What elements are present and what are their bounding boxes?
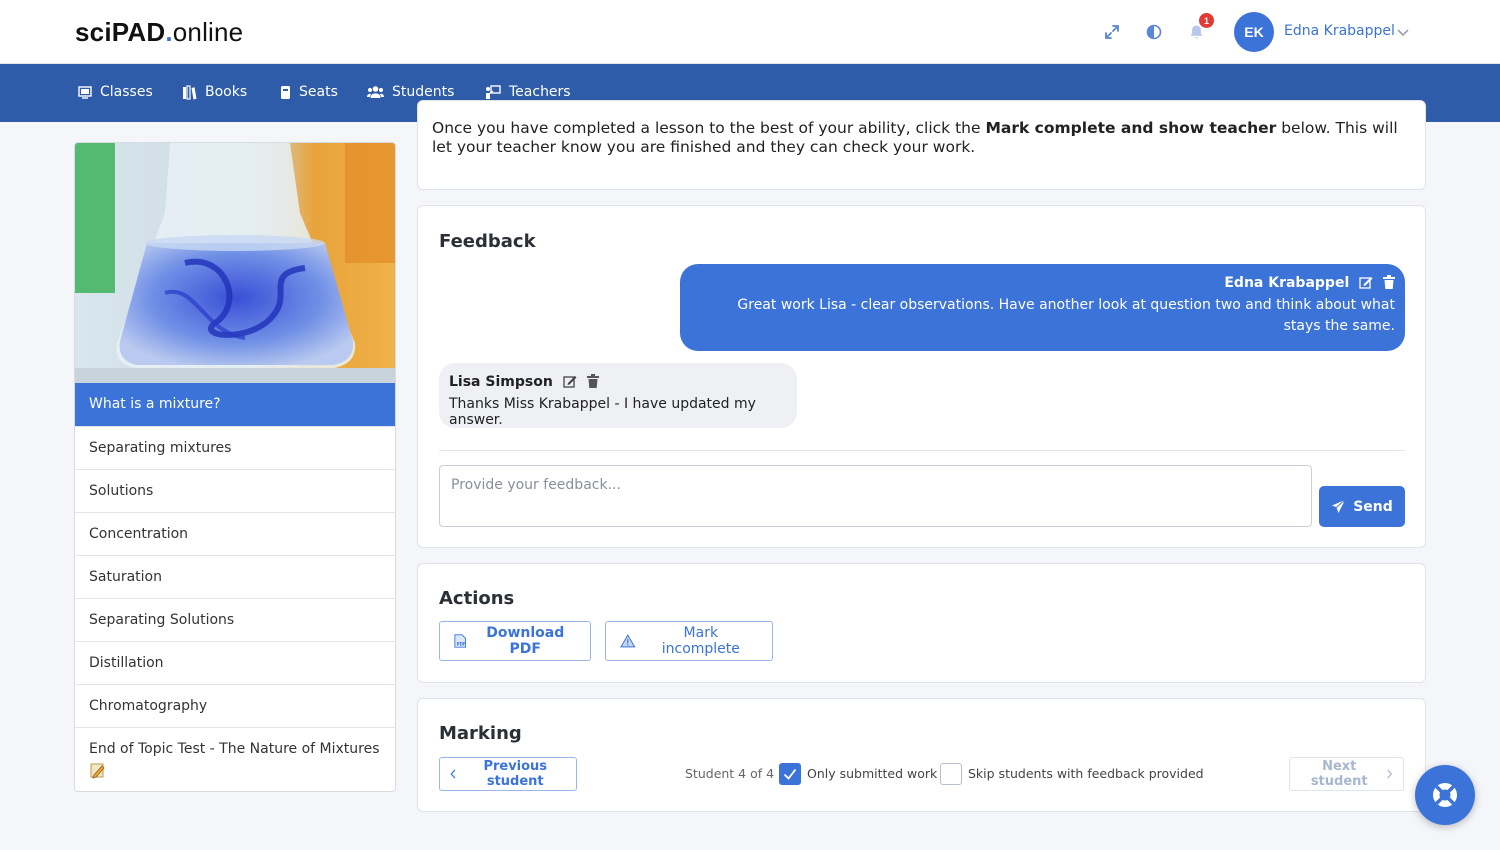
chevron-down-icon[interactable] (1396, 24, 1410, 43)
sidebar-item-label: End of Topic Test - The Nature of Mixtur… (89, 741, 380, 757)
teacher-message-bubble: Edna Krabappel Great work Lisa - clear o… (680, 264, 1405, 351)
actions-card: Actions PDF Download PDF Mark incomplete (417, 563, 1426, 683)
nav-item-seats[interactable]: Seats (280, 84, 338, 100)
lesson-sidebar: What is a mixture? Separating mixtures S… (74, 142, 396, 792)
feedback-input[interactable] (439, 465, 1312, 527)
sidebar-item-what-is-a-mixture[interactable]: What is a mixture? (75, 383, 395, 426)
edit-icon[interactable] (563, 374, 577, 392)
next-student-label: Next student (1310, 759, 1368, 789)
edit-icon[interactable] (1359, 275, 1373, 293)
previous-student-button[interactable]: Previous student (439, 757, 577, 791)
paper-plane-icon (1332, 499, 1346, 513)
help-lifebuoy-button[interactable] (1415, 765, 1475, 825)
svg-text:PDF: PDF (457, 641, 466, 646)
sidebar-item-saturation[interactable]: Saturation (75, 555, 395, 598)
fullscreen-icon[interactable] (1101, 21, 1123, 43)
marking-title: Marking (439, 723, 522, 744)
nav-item-classes[interactable]: Classes (78, 84, 153, 100)
notification-count-badge: 1 (1199, 13, 1214, 28)
message-text: Great work Lisa - clear observations. Ha… (737, 297, 1395, 334)
nav-label: Students (392, 84, 455, 100)
students-icon (367, 86, 384, 98)
nav-label: Books (205, 84, 248, 100)
chevron-right-icon (1387, 769, 1393, 779)
only-submitted-checkbox[interactable] (779, 763, 801, 785)
message-author: Edna Krabappel (1224, 275, 1350, 291)
sidebar-item-separating-solutions[interactable]: Separating Solutions (75, 598, 395, 641)
student-message-bubble: Lisa Simpson Thanks Miss Krabappel - I h… (439, 363, 797, 428)
top-header: sciPAD.online 1 EK Edna Krabappel (0, 0, 1500, 64)
nav-item-students[interactable]: Students (367, 84, 454, 100)
lesson-hero-image (75, 143, 395, 383)
sidebar-item-concentration[interactable]: Concentration (75, 512, 395, 555)
pdf-file-icon: PDF (454, 634, 466, 648)
user-name[interactable]: Edna Krabappel (1284, 23, 1395, 39)
books-icon (183, 84, 197, 100)
nav-label: Seats (299, 84, 338, 100)
checkmark-icon (783, 768, 797, 780)
marking-card: Marking Previous student Student 4 of 4 … (417, 698, 1426, 812)
teachers-icon (486, 84, 501, 99)
sidebar-item-chromatography[interactable]: Chromatography (75, 684, 395, 727)
nav-label: Teachers (509, 84, 571, 100)
download-pdf-button[interactable]: PDF Download PDF (439, 621, 591, 661)
instructions-text: Once you have completed a lesson to the … (432, 119, 1398, 156)
class-icon (78, 86, 92, 99)
message-text: Thanks Miss Krabappel - I have updated m… (449, 396, 756, 428)
nav-label: Classes (100, 84, 153, 100)
mark-incomplete-button[interactable]: Mark incomplete (605, 621, 773, 661)
user-avatar[interactable]: EK (1234, 12, 1274, 52)
only-submitted-label[interactable]: Only submitted work (807, 766, 937, 781)
sidebar-item-distillation[interactable]: Distillation (75, 641, 395, 684)
test-pencil-icon (89, 761, 381, 783)
feedback-title: Feedback (439, 231, 536, 252)
nav-item-books[interactable]: Books (182, 84, 247, 100)
lifebuoy-icon (1433, 783, 1457, 807)
skip-feedback-checkbox[interactable] (940, 763, 962, 785)
contrast-icon[interactable] (1143, 21, 1165, 43)
trash-icon[interactable] (586, 374, 599, 392)
chevron-left-icon (450, 769, 456, 779)
sidebar-item-solutions[interactable]: Solutions (75, 469, 395, 512)
download-pdf-label: Download PDF (486, 625, 565, 657)
sidebar-item-separating-mixtures[interactable]: Separating mixtures (75, 426, 395, 469)
skip-feedback-label[interactable]: Skip students with feedback provided (968, 766, 1204, 781)
actions-title: Actions (439, 588, 515, 609)
message-author: Lisa Simpson (449, 374, 553, 390)
app-logo[interactable]: sciPAD.online (75, 17, 243, 48)
warning-icon (620, 634, 636, 648)
seat-icon (281, 85, 290, 99)
previous-student-label: Previous student (483, 759, 548, 789)
send-label: Send (1353, 498, 1393, 515)
send-feedback-button[interactable]: Send (1319, 486, 1405, 527)
student-counter: Student 4 of 4 (685, 766, 775, 781)
divider (439, 450, 1405, 451)
trash-icon[interactable] (1383, 275, 1395, 293)
instructions-card: Once you have completed a lesson to the … (417, 100, 1426, 190)
next-student-button[interactable]: Next student (1289, 757, 1404, 791)
mark-incomplete-label: Mark incomplete (661, 625, 740, 657)
notifications-bell-icon[interactable]: 1 (1185, 13, 1214, 43)
feedback-card: Feedback Edna Krabappel Great work Lisa … (417, 205, 1426, 548)
sidebar-item-end-of-topic-test[interactable]: End of Topic Test - The Nature of Mixtur… (75, 727, 395, 791)
nav-item-teachers[interactable]: Teachers (485, 84, 571, 100)
